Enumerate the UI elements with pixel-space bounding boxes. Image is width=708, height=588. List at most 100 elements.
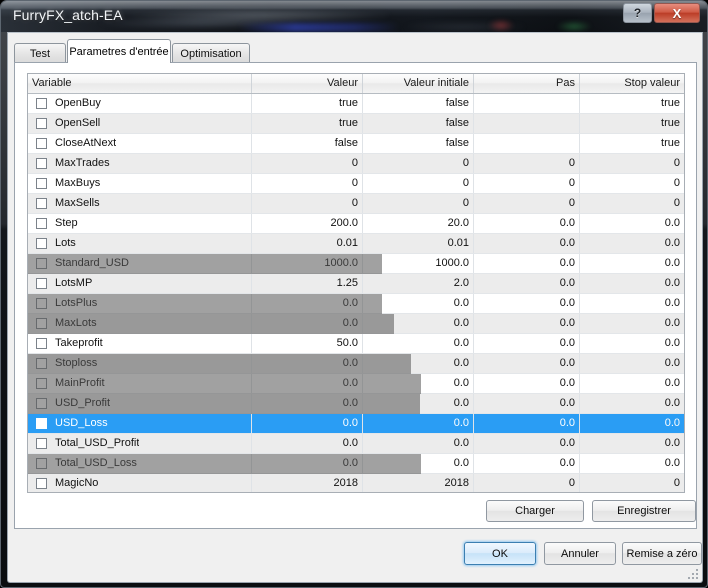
- parameter-pas-cell[interactable]: [474, 94, 580, 113]
- parameter-name-cell[interactable]: MaxSells: [28, 194, 252, 213]
- parameter-valeur-cell[interactable]: 0.0: [252, 314, 363, 333]
- parameter-pas-cell[interactable]: 0.0: [474, 334, 580, 353]
- parameter-valeur-cell[interactable]: true: [252, 114, 363, 133]
- table-row[interactable]: MainProfit0.00.00.00.0: [28, 374, 684, 394]
- parameter-name-cell[interactable]: Standard_USD: [28, 254, 252, 273]
- parameter-valeur-initiale-cell[interactable]: false: [363, 134, 474, 153]
- parameter-name-cell[interactable]: Takeprofit: [28, 334, 252, 353]
- parameter-pas-cell[interactable]: 0.0: [474, 374, 580, 393]
- title-bar[interactable]: FurryFX_atch-EA ? X: [1, 1, 708, 32]
- cancel-button[interactable]: Annuler: [544, 542, 616, 565]
- parameter-valeur-cell[interactable]: 0: [252, 174, 363, 193]
- table-row[interactable]: Total_USD_Profit0.00.00.00.0: [28, 434, 684, 454]
- parameter-valeur-initiale-cell[interactable]: false: [363, 114, 474, 133]
- table-row[interactable]: Stoploss0.00.00.00.0: [28, 354, 684, 374]
- parameter-stop-valeur-cell[interactable]: 0.0: [580, 354, 684, 373]
- parameter-name-cell[interactable]: Lots: [28, 234, 252, 253]
- parameter-pas-cell[interactable]: 0.0: [474, 434, 580, 453]
- parameter-pas-cell[interactable]: 0: [474, 194, 580, 213]
- parameter-checkbox[interactable]: [36, 478, 47, 489]
- parameter-stop-valeur-cell[interactable]: 0.0: [580, 374, 684, 393]
- parameters-grid[interactable]: Variable Valeur Valeur initiale Pas Stop…: [27, 73, 685, 493]
- parameter-pas-cell[interactable]: 0.0: [474, 234, 580, 253]
- parameter-valeur-initiale-cell[interactable]: 0.0: [363, 414, 474, 433]
- parameter-stop-valeur-cell[interactable]: 0.0: [580, 394, 684, 413]
- parameter-valeur-initiale-cell[interactable]: 0.01: [363, 234, 474, 253]
- parameter-stop-valeur-cell[interactable]: 0.0: [580, 214, 684, 233]
- parameter-valeur-cell[interactable]: 0: [252, 154, 363, 173]
- column-header-stop-valeur[interactable]: Stop valeur: [580, 74, 684, 93]
- parameter-valeur-cell[interactable]: 1000.0: [252, 254, 363, 273]
- tab-test[interactable]: Test: [14, 43, 66, 63]
- parameter-valeur-cell[interactable]: 2018: [252, 474, 363, 493]
- parameter-stop-valeur-cell[interactable]: 0: [580, 194, 684, 213]
- table-row[interactable]: Takeprofit50.00.00.00.0: [28, 334, 684, 354]
- parameter-stop-valeur-cell[interactable]: 0.0: [580, 434, 684, 453]
- parameter-valeur-cell[interactable]: false: [252, 134, 363, 153]
- parameter-stop-valeur-cell[interactable]: 0.0: [580, 414, 684, 433]
- parameter-valeur-initiale-cell[interactable]: 2018: [363, 474, 474, 493]
- parameter-name-cell[interactable]: Total_USD_Profit: [28, 434, 252, 453]
- parameter-valeur-initiale-cell[interactable]: 0.0: [363, 294, 474, 313]
- parameter-name-cell[interactable]: MaxLots: [28, 314, 252, 333]
- parameter-stop-valeur-cell[interactable]: 0.0: [580, 314, 684, 333]
- parameter-valeur-cell[interactable]: 0.0: [252, 454, 363, 473]
- resize-grip[interactable]: [688, 569, 700, 581]
- parameter-checkbox[interactable]: [36, 318, 47, 329]
- column-header-pas[interactable]: Pas: [474, 74, 580, 93]
- parameter-valeur-initiale-cell[interactable]: 0: [363, 194, 474, 213]
- tab-parametres-dentree[interactable]: Parametres d'entrée: [67, 39, 171, 63]
- table-row[interactable]: MaxSells0000: [28, 194, 684, 214]
- parameter-name-cell[interactable]: CloseAtNext: [28, 134, 252, 153]
- parameter-valeur-initiale-cell[interactable]: 1000.0: [363, 254, 474, 273]
- table-row[interactable]: MagicNo2018201800: [28, 474, 684, 493]
- table-row[interactable]: Total_USD_Loss0.00.00.00.0: [28, 454, 684, 474]
- table-row[interactable]: CloseAtNextfalsefalsetrue: [28, 134, 684, 154]
- table-row[interactable]: LotsPlus0.00.00.00.0: [28, 294, 684, 314]
- parameter-checkbox[interactable]: [36, 218, 47, 229]
- parameter-valeur-cell[interactable]: 0: [252, 194, 363, 213]
- parameter-valeur-initiale-cell[interactable]: false: [363, 94, 474, 113]
- parameter-name-cell[interactable]: Total_USD_Loss: [28, 454, 252, 473]
- table-row[interactable]: LotsMP1.252.00.00.0: [28, 274, 684, 294]
- parameter-checkbox[interactable]: [36, 98, 47, 109]
- column-header-valeur[interactable]: Valeur: [252, 74, 363, 93]
- help-icon[interactable]: ?: [623, 3, 652, 23]
- parameter-checkbox[interactable]: [36, 458, 47, 469]
- parameter-valeur-cell[interactable]: 0.0: [252, 414, 363, 433]
- parameter-name-cell[interactable]: LotsPlus: [28, 294, 252, 313]
- parameter-valeur-cell[interactable]: 0.0: [252, 374, 363, 393]
- parameter-pas-cell[interactable]: 0.0: [474, 274, 580, 293]
- table-row[interactable]: Step200.020.00.00.0: [28, 214, 684, 234]
- parameter-valeur-cell[interactable]: 200.0: [252, 214, 363, 233]
- parameter-checkbox[interactable]: [36, 258, 47, 269]
- parameter-checkbox[interactable]: [36, 418, 47, 429]
- table-row[interactable]: USD_Loss0.00.00.00.0: [28, 414, 684, 434]
- parameter-valeur-cell[interactable]: 50.0: [252, 334, 363, 353]
- parameter-stop-valeur-cell[interactable]: 0.0: [580, 234, 684, 253]
- parameter-pas-cell[interactable]: 0.0: [474, 254, 580, 273]
- parameter-valeur-initiale-cell[interactable]: 0: [363, 154, 474, 173]
- parameter-valeur-initiale-cell[interactable]: 0.0: [363, 394, 474, 413]
- parameter-stop-valeur-cell[interactable]: 0: [580, 474, 684, 493]
- table-row[interactable]: Standard_USD1000.01000.00.00.0: [28, 254, 684, 274]
- parameter-valeur-cell[interactable]: 0.01: [252, 234, 363, 253]
- parameter-checkbox[interactable]: [36, 398, 47, 409]
- parameter-stop-valeur-cell[interactable]: 0.0: [580, 274, 684, 293]
- reset-button[interactable]: Remise a zéro: [622, 542, 702, 565]
- parameter-pas-cell[interactable]: 0.0: [474, 314, 580, 333]
- parameter-pas-cell[interactable]: 0.0: [474, 354, 580, 373]
- parameter-valeur-initiale-cell[interactable]: 0.0: [363, 354, 474, 373]
- parameter-checkbox[interactable]: [36, 118, 47, 129]
- parameter-stop-valeur-cell[interactable]: true: [580, 94, 684, 113]
- column-header-variable[interactable]: Variable: [28, 74, 252, 93]
- parameter-checkbox[interactable]: [36, 358, 47, 369]
- parameter-valeur-cell[interactable]: true: [252, 94, 363, 113]
- parameter-stop-valeur-cell[interactable]: 0.0: [580, 294, 684, 313]
- parameter-pas-cell[interactable]: 0.0: [474, 294, 580, 313]
- column-header-valeur-initiale[interactable]: Valeur initiale: [363, 74, 474, 93]
- parameter-valeur-cell[interactable]: 0.0: [252, 434, 363, 453]
- parameter-name-cell[interactable]: Step: [28, 214, 252, 233]
- parameter-stop-valeur-cell[interactable]: true: [580, 134, 684, 153]
- parameter-name-cell[interactable]: Stoploss: [28, 354, 252, 373]
